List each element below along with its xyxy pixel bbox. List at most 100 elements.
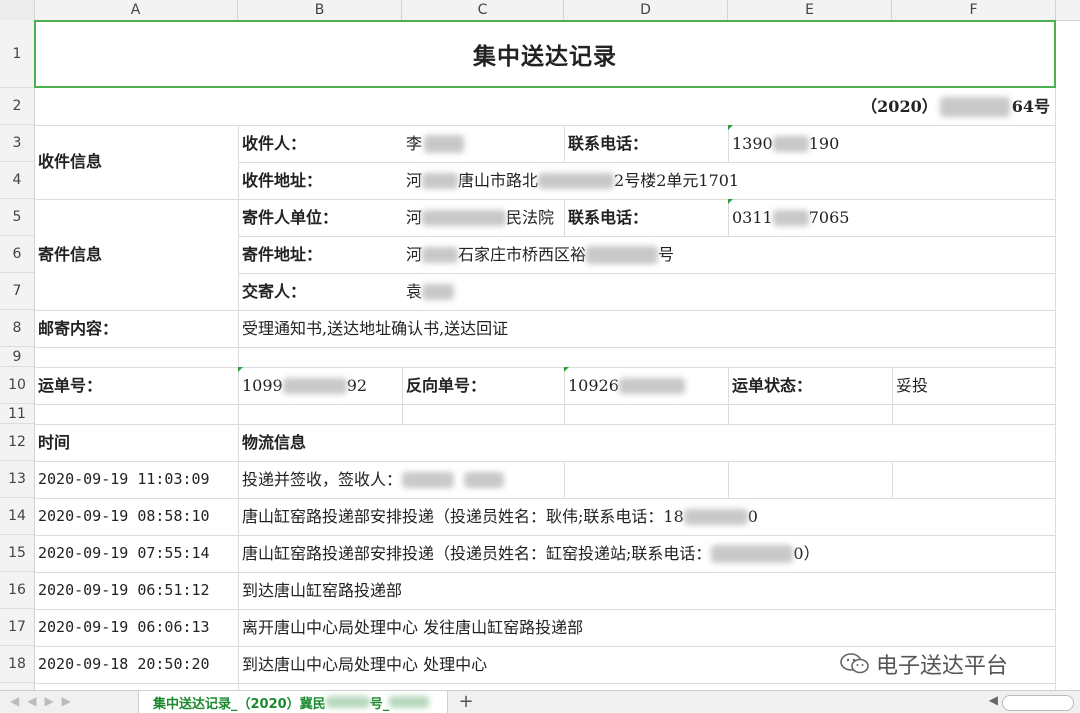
wechat-icon xyxy=(840,652,870,676)
page-title[interactable]: 集中送达记录 xyxy=(34,20,1056,88)
contents-value[interactable]: 受理通知书,送达地址确认书,送达回证 xyxy=(238,310,1055,347)
log-info-text: 唐山缸窑路投递部安排投递（投递员姓名：耿伟;联系电话：18 xyxy=(242,506,684,526)
log-time[interactable]: 2020-09-18 20:50:20 xyxy=(34,646,238,683)
row-header[interactable]: 4 xyxy=(0,162,34,199)
case-number-cell[interactable]: （2020） 64号 xyxy=(734,88,1054,125)
row-header[interactable]: 10 xyxy=(0,367,34,404)
sender-phone-label[interactable]: 联系电话： xyxy=(564,199,728,236)
row-header[interactable]: 7 xyxy=(0,273,34,310)
horizontal-scrollbar[interactable] xyxy=(1002,695,1074,711)
redacted-region xyxy=(424,134,465,153)
sender-section-label[interactable]: 寄件信息 xyxy=(34,199,238,310)
sheet-nav-arrows-icon[interactable]: ◀◀▶▶ xyxy=(10,694,79,708)
spreadsheet-grid[interactable]: 集中送达记录 （2020） 64号 收件信息 收件人： 李 联系电话： 1390… xyxy=(34,20,1080,690)
column-header-c[interactable]: C xyxy=(402,0,564,20)
cell-error-indicator xyxy=(564,367,569,372)
log-info[interactable]: 唐山缸窑路投递部安排投递（投递员姓名：缸窑投递站;联系电话： 0） xyxy=(238,535,1055,572)
log-info[interactable]: 到达唐山缸窑路投递部 xyxy=(238,572,1055,609)
row-header[interactable]: 12 xyxy=(0,424,34,461)
log-info[interactable]: 投递并签收，签收人： xyxy=(238,461,564,498)
row-header[interactable]: 18 xyxy=(0,646,34,683)
plus-icon[interactable]: + xyxy=(455,691,477,713)
redacted-region xyxy=(422,209,507,226)
case-number-prefix: （2020） xyxy=(861,96,938,116)
waybill-number-suffix: 92 xyxy=(346,375,368,395)
recipient-address-label[interactable]: 收件地址： xyxy=(238,162,402,199)
column-header-a[interactable]: A xyxy=(34,0,238,20)
redacted-region xyxy=(772,209,809,226)
select-all-corner[interactable] xyxy=(0,0,35,20)
log-info[interactable]: 唐山缸窑路投递部安排投递（投递员姓名：耿伟;联系电话：18 0 xyxy=(238,498,1055,535)
row-header[interactable]: 17 xyxy=(0,609,34,646)
log-info-tail: 0） xyxy=(793,543,820,563)
recipient-phone-prefix: 1390 xyxy=(732,133,773,153)
sheet-tab-mid: 号_ xyxy=(369,696,390,712)
reverse-waybill-cell[interactable]: 10926 xyxy=(564,367,728,404)
recipient-phone-cell[interactable]: 1390 190 xyxy=(728,125,1055,162)
recipient-name-cell[interactable]: 李 xyxy=(402,125,564,162)
sheet-tab-prefix: 集中送达记录_（2020）冀民 xyxy=(153,696,326,712)
recipient-phone-label[interactable]: 联系电话： xyxy=(564,125,728,162)
waybill-label[interactable]: 运单号： xyxy=(34,367,238,404)
redacted-region xyxy=(389,696,430,708)
sender-address-part3: 号 xyxy=(658,244,675,264)
recipient-section-label[interactable]: 收件信息 xyxy=(34,125,238,199)
recipient-address-cell[interactable]: 河 唐山市路北 2号楼2单元1701 xyxy=(402,162,1055,199)
log-time[interactable]: 2020-09-19 06:06:13 xyxy=(34,609,238,646)
row-header[interactable]: 8 xyxy=(0,310,34,347)
grid-line xyxy=(1055,88,1056,690)
mailer-label[interactable]: 交寄人： xyxy=(238,273,402,310)
reverse-waybill-label[interactable]: 反向单号： xyxy=(402,367,564,404)
waybill-status-label[interactable]: 运单状态： xyxy=(728,367,892,404)
row-header[interactable]: 15 xyxy=(0,535,34,572)
row-header[interactable]: 11 xyxy=(0,404,34,424)
log-info[interactable]: 离开唐山中心局处理中心 发往唐山缸窑路投递部 xyxy=(238,609,1055,646)
row-header[interactable]: 9 xyxy=(0,347,34,367)
row-header[interactable]: 5 xyxy=(0,199,34,236)
contents-label[interactable]: 邮寄内容： xyxy=(34,310,238,347)
column-header-e[interactable]: E xyxy=(728,0,892,20)
row-header[interactable]: 16 xyxy=(0,572,34,609)
recipient-name-value: 李 xyxy=(406,133,423,153)
sender-phone-prefix: 0311 xyxy=(732,207,773,227)
column-header-b[interactable]: B xyxy=(238,0,402,20)
log-time[interactable]: 2020-09-19 11:03:09 xyxy=(34,461,238,498)
sheet-tab-bar: ◀◀▶▶ 集中送达记录_（2020）冀民 号_ + ◀ xyxy=(0,690,1080,713)
log-time[interactable]: 2020-09-19 08:58:10 xyxy=(34,498,238,535)
waybill-number-prefix: 1099 xyxy=(242,375,283,395)
sender-phone-cell[interactable]: 0311 7065 xyxy=(728,199,1055,236)
log-time-header[interactable]: 时间 xyxy=(34,424,238,461)
waybill-number-cell[interactable]: 1099 92 xyxy=(238,367,402,404)
recipient-address-part2: 唐山市路北 xyxy=(458,170,539,190)
sender-address-label[interactable]: 寄件地址： xyxy=(238,236,402,273)
sender-address-part1: 河 xyxy=(406,244,423,264)
row-header[interactable]: 2 xyxy=(0,88,34,125)
row-header[interactable]: 6 xyxy=(0,236,34,273)
log-time[interactable]: 2020-09-19 07:55:14 xyxy=(34,535,238,572)
recipient-name-label[interactable]: 收件人： xyxy=(238,125,402,162)
column-header-d[interactable]: D xyxy=(564,0,728,20)
row-header-bar: 1 2 3 4 5 6 7 8 9 10 11 12 13 14 15 16 1… xyxy=(0,20,35,690)
mailer-cell[interactable]: 袁 xyxy=(402,273,1055,310)
column-header-f[interactable]: F xyxy=(892,0,1056,20)
log-info-text: 投递并签收，签收人： xyxy=(242,469,403,489)
log-time[interactable]: 2020-09-19 06:51:12 xyxy=(34,572,238,609)
sender-unit-cell[interactable]: 河 民法院 xyxy=(402,199,564,236)
row-header[interactable]: 13 xyxy=(0,461,34,498)
redacted-region xyxy=(683,508,748,525)
row-header[interactable]: 3 xyxy=(0,125,34,162)
waybill-status-value[interactable]: 妥投 xyxy=(892,367,1055,404)
row-header[interactable]: 14 xyxy=(0,498,34,535)
redacted-region xyxy=(711,544,794,563)
log-info[interactable]: 到达唐山中心局处理中心 处理中心 xyxy=(238,646,838,683)
log-info-header[interactable]: 物流信息 xyxy=(238,424,1055,461)
grid-line xyxy=(728,461,729,498)
row-header[interactable]: 1 xyxy=(0,20,34,88)
scroll-left-icon[interactable]: ◀ xyxy=(989,693,998,707)
sender-phone-suffix: 7065 xyxy=(808,207,850,227)
log-info-text: 唐山缸窑路投递部安排投递（投递员姓名：缸窑投递站;联系电话： xyxy=(242,543,712,563)
sender-unit-label[interactable]: 寄件人单位： xyxy=(238,199,402,236)
sender-address-cell[interactable]: 河 石家庄市桥西区裕 号 xyxy=(402,236,1055,273)
sheet-tab-active[interactable]: 集中送达记录_（2020）冀民 号_ xyxy=(138,691,448,713)
grid-line xyxy=(34,347,1056,348)
